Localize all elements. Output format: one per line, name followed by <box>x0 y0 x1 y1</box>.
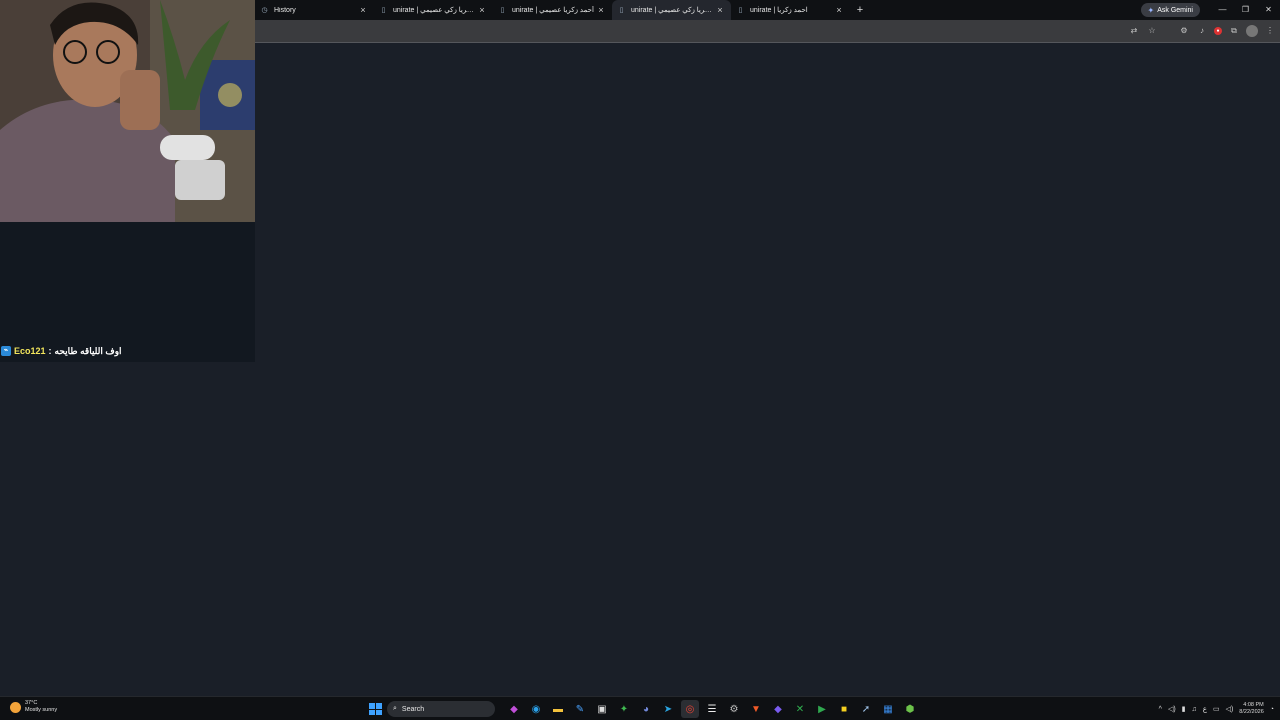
toolbar-icons: ⇄ ☆ ⚙ ♪ ● ⧉ ⋮ <box>1128 24 1276 38</box>
taskbar-clock[interactable]: 4:08 PM 8/22/2026 <box>1239 702 1263 716</box>
restore-button[interactable]: ❐ <box>1234 0 1257 20</box>
start-button[interactable] <box>367 701 383 717</box>
tab-close-icon[interactable]: × <box>715 5 725 15</box>
weather-widget[interactable]: 37°C Mostly sunny <box>10 700 57 714</box>
taskbar: 37°C Mostly sunny ⌕ Search ◆ ◉ ▬ ✎ ▣ ✦ ◕… <box>0 696 1280 720</box>
tab-unirate-active[interactable]: ▯ unirate | احمد زكريا زكي عصيمي × <box>612 0 731 20</box>
chat-text: اوف اللياقه طايحه <box>54 345 122 356</box>
chrome-icon[interactable]: ◎ <box>681 700 699 718</box>
app-icon-6[interactable]: ▶ <box>813 700 831 718</box>
sticky-notes-icon[interactable]: ■ <box>835 700 853 718</box>
discord-icon[interactable]: ◕ <box>637 700 655 718</box>
tab-history[interactable]: ◷ History × <box>255 0 374 20</box>
clock-time: 4:08 PM <box>1243 702 1264 708</box>
webcam-overlay <box>0 0 255 222</box>
app-icon-5[interactable]: ◆ <box>769 700 787 718</box>
app-icon-2[interactable]: ▣ <box>593 700 611 718</box>
new-tab-button[interactable]: + <box>852 2 868 18</box>
tab-title: unirate | احمد زكريا <box>750 7 808 14</box>
speaker-icon[interactable]: ◁) <box>1168 705 1176 713</box>
app-icon-7[interactable]: ▦ <box>879 700 897 718</box>
ask-gemini-label: Ask Gemini <box>1157 6 1193 14</box>
chat-message: ⌁ Eco121 : اوف اللياقه طايحه <box>1 345 122 357</box>
input-language[interactable]: ع <box>1203 705 1207 713</box>
usb-icon[interactable]: ▮ <box>1182 705 1186 713</box>
tab-unirate-4[interactable]: ▯ unirate | احمد زكريا × <box>731 0 850 20</box>
settings-gear-icon[interactable]: ⚙ <box>725 700 743 718</box>
gemini-sparkle-icon: ✦ <box>1147 5 1155 15</box>
microphone-icon[interactable]: ♫ <box>1192 706 1197 713</box>
audio-extension-icon[interactable]: ♪ <box>1196 25 1208 37</box>
tab-title: unirate | أحمد زكريا عصيمي <box>512 7 594 14</box>
tab-close-icon[interactable]: × <box>596 5 606 15</box>
browser-toolbar: ⇄ ☆ ⚙ ♪ ● ⧉ ⋮ <box>255 20 1280 42</box>
page-content <box>255 43 1280 696</box>
clock-date: 8/22/2026 <box>1239 709 1264 715</box>
ask-gemini-button[interactable]: ✦ Ask Gemini <box>1140 3 1200 17</box>
bookmark-star-icon[interactable]: ☆ <box>1146 25 1158 37</box>
close-window-button[interactable]: ✕ <box>1257 0 1280 20</box>
app-icon-1[interactable]: ◆ <box>505 700 523 718</box>
app-icon-4[interactable]: ☰ <box>703 700 721 718</box>
minecraft-icon[interactable]: ⬢ <box>901 700 919 718</box>
profile-avatar-icon[interactable] <box>1246 25 1258 37</box>
chevron-up-icon[interactable]: ^ <box>1159 706 1162 713</box>
webcam-image <box>0 0 255 222</box>
search-icon: ⌕ <box>393 705 397 712</box>
page-favicon-icon: ▯ <box>738 7 743 14</box>
record-extension-icon[interactable]: ● <box>1214 27 1222 35</box>
chat-separator: : <box>48 346 52 356</box>
chat-overlay <box>0 222 255 362</box>
taskbar-search[interactable]: ⌕ Search <box>387 701 495 717</box>
system-tray: ^ ◁) ▮ ♫ ع ▭ ◁) 4:08 PM 8/22/2026 ◔ <box>1159 699 1274 719</box>
sun-icon <box>10 701 21 713</box>
page-favicon-icon: ▯ <box>500 7 505 14</box>
file-explorer-icon[interactable]: ▬ <box>549 700 567 718</box>
extension-icon[interactable]: ⚙ <box>1178 25 1190 37</box>
app-icon-3[interactable]: ✦ <box>615 700 633 718</box>
notification-bell-icon[interactable]: ◔ <box>1270 706 1274 713</box>
minimize-button[interactable]: — <box>1211 0 1234 20</box>
window-controls: — ❐ ✕ <box>1211 0 1280 20</box>
network-icon[interactable]: ▭ <box>1213 705 1220 713</box>
tab-close-icon[interactable]: × <box>477 5 487 15</box>
search-label: Search <box>401 705 425 713</box>
edge-icon[interactable]: ◉ <box>527 700 545 718</box>
steam-icon[interactable]: ➚ <box>857 700 875 718</box>
taskbar-apps: ⌕ Search ◆ ◉ ▬ ✎ ▣ ✦ ◕ ➤ ◎ ☰ ⚙ ▼ ◆ ✕ ▶ ■… <box>367 699 919 719</box>
page-favicon-icon: ▯ <box>619 7 624 14</box>
weather-condition: Mostly sunny <box>25 707 58 713</box>
chat-badge-icon: ⌁ <box>1 346 11 356</box>
tab-title: unirate | احمد زكريا زكي عصيمي <box>631 7 715 14</box>
tab-title: History <box>274 6 296 14</box>
toolbar-spacer <box>1164 25 1172 37</box>
menu-kebab-icon[interactable]: ⋮ <box>1264 25 1276 37</box>
brave-icon[interactable]: ▼ <box>747 700 765 718</box>
browser-tab-bar: ◷ History × ▯ unirate | احمد زكريا زكي ع… <box>255 0 1280 20</box>
notepad-icon[interactable]: ✎ <box>571 700 589 718</box>
tab-close-icon[interactable]: × <box>834 5 844 15</box>
telegram-icon[interactable]: ➤ <box>659 700 677 718</box>
chat-username: Eco121 <box>14 346 46 356</box>
volume-icon[interactable]: ◁) <box>1226 705 1234 713</box>
screen: ⌁ Eco121 : اوف اللياقه طايحه ◷ History ×… <box>0 0 1280 720</box>
weather-temp: 37°C <box>25 700 38 706</box>
extensions-puzzle-icon[interactable]: ⧉ <box>1228 25 1240 37</box>
page-favicon-icon: ▯ <box>381 7 386 14</box>
tab-unirate-2[interactable]: ▯ unirate | أحمد زكريا عصيمي × <box>493 0 612 20</box>
history-icon: ◷ <box>261 7 268 14</box>
tab-title: unirate | احمد زكريا زكي عصيمي <box>393 7 477 14</box>
tab-close-icon[interactable]: × <box>358 5 368 15</box>
tab-unirate-1[interactable]: ▯ unirate | احمد زكريا زكي عصيمي × <box>374 0 493 20</box>
excel-icon[interactable]: ✕ <box>791 700 809 718</box>
translate-icon[interactable]: ⇄ <box>1128 25 1140 37</box>
